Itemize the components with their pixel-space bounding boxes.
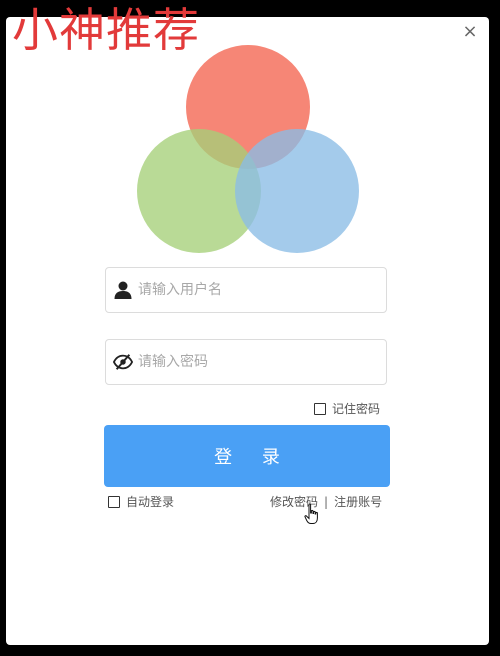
register-account-link[interactable]: 注册账号 <box>334 493 382 510</box>
checkbox-icon[interactable] <box>108 495 120 508</box>
hand-pointer-icon <box>304 503 318 524</box>
logo-circle-blue <box>235 129 359 253</box>
account-links: 修改密码 | 注册账号 <box>270 493 382 510</box>
password-field[interactable] <box>105 339 387 385</box>
close-icon: × <box>462 21 478 42</box>
auto-login-checkbox[interactable]: 自动登录 <box>108 493 174 510</box>
remember-password-label: 记住密码 <box>332 402 381 416</box>
login-button[interactable]: 登 录 <box>104 425 390 487</box>
username-input[interactable] <box>138 268 378 312</box>
link-separator: | <box>324 494 329 509</box>
close-button[interactable]: × <box>461 23 479 41</box>
username-field[interactable] <box>105 267 387 313</box>
password-input[interactable] <box>138 340 378 384</box>
eye-slash-icon[interactable] <box>113 352 133 372</box>
login-dialog: × 记住密码 登 录 自动登录 修改密码 | 注册账号 <box>6 17 489 645</box>
checkbox-icon[interactable] <box>314 402 326 415</box>
remember-password-checkbox[interactable]: 记住密码 <box>314 400 380 417</box>
watermark-text: 小神推荐 <box>12 3 200 57</box>
auto-login-label: 自动登录 <box>126 495 175 509</box>
user-icon <box>114 281 132 299</box>
three-circles-logo <box>137 45 359 253</box>
